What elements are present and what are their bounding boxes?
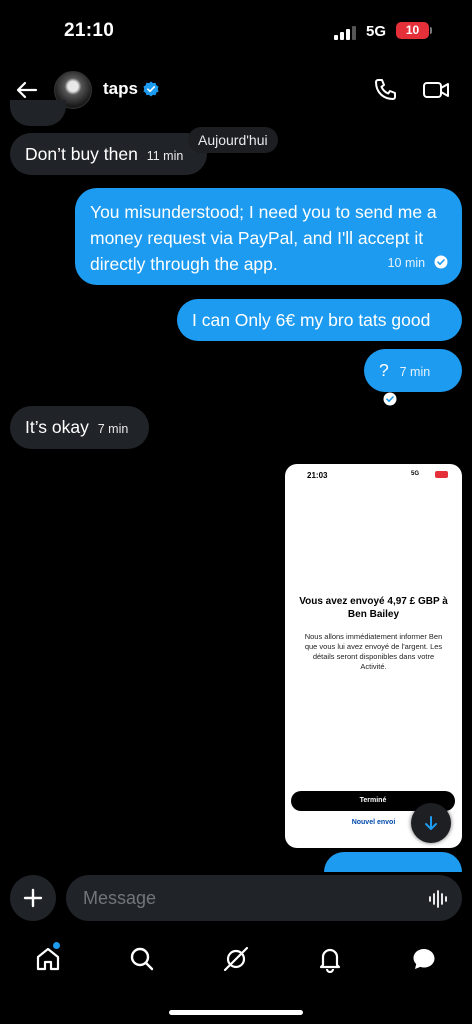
image-title: Vous avez envoyé 4,97 £ GBP à Ben Bailey — [299, 596, 448, 620]
plus-button[interactable] — [10, 875, 56, 921]
messages-icon[interactable] — [410, 945, 438, 973]
image-body: Nous allons immédiatement informer Ben q… — [304, 632, 443, 671]
scroll-down-button[interactable] — [411, 803, 451, 843]
notification-dot — [53, 942, 60, 949]
status-time: 21:10 — [64, 20, 115, 41]
search-icon[interactable] — [128, 945, 156, 973]
message-text: ? — [379, 360, 389, 380]
contact-name[interactable]: taps — [103, 79, 138, 99]
message-bubble-partial — [324, 852, 462, 872]
message-text: I can Only 6€ my bro tats good — [192, 310, 431, 330]
message-time: 10 min — [387, 256, 426, 270]
home-icon[interactable] — [34, 945, 62, 973]
network-type: 5G — [366, 23, 387, 40]
image-battery-icon — [435, 471, 448, 478]
image-status-bar: 21:03 5G — [285, 464, 462, 486]
video-camera-icon[interactable] — [422, 77, 450, 103]
home-indicator — [169, 1010, 303, 1015]
verified-badge-icon — [143, 81, 159, 97]
composer — [0, 872, 472, 928]
image-message[interactable]: 21:03 5G Vous avez envoyé 4,97 £ GBP à B… — [285, 464, 462, 848]
plus-icon — [23, 888, 43, 908]
message-text: Don’t buy then — [25, 144, 138, 164]
arrow-down-icon — [425, 816, 437, 830]
message-time: 7 min — [97, 422, 129, 436]
message-incoming[interactable]: Don’t buy then 11 min — [10, 133, 207, 175]
message-outgoing[interactable]: I can Only 6€ my bro tats good — [177, 299, 462, 341]
chat-header: taps — [0, 62, 472, 118]
status-bar: 21:10 5G 10 — [0, 0, 472, 62]
message-incoming[interactable]: It’s okay 7 min — [10, 406, 149, 449]
signal-icon — [334, 26, 356, 40]
date-divider: Aujourd'hui — [188, 127, 278, 153]
bottom-nav — [0, 935, 472, 987]
message-outgoing[interactable]: You misunderstood; I need you to send me… — [75, 188, 462, 285]
message-time: 11 min — [146, 149, 184, 163]
read-check-icon — [383, 392, 397, 406]
bell-icon[interactable] — [316, 945, 344, 973]
message-input[interactable] — [66, 875, 462, 921]
voice-wave-icon[interactable] — [428, 889, 450, 909]
battery-icon: 10 — [396, 22, 432, 39]
message-bubble-partial — [10, 100, 66, 126]
message-text: It’s okay — [25, 417, 89, 437]
grok-icon[interactable] — [222, 945, 250, 973]
message-outgoing[interactable]: ? 7 min — [364, 349, 462, 406]
phone-icon[interactable] — [372, 77, 398, 103]
image-screen-network: 5G — [411, 471, 420, 477]
message-time: 7 min — [399, 365, 431, 379]
image-screen-time: 21:03 — [307, 471, 328, 480]
read-check-icon — [434, 255, 448, 269]
